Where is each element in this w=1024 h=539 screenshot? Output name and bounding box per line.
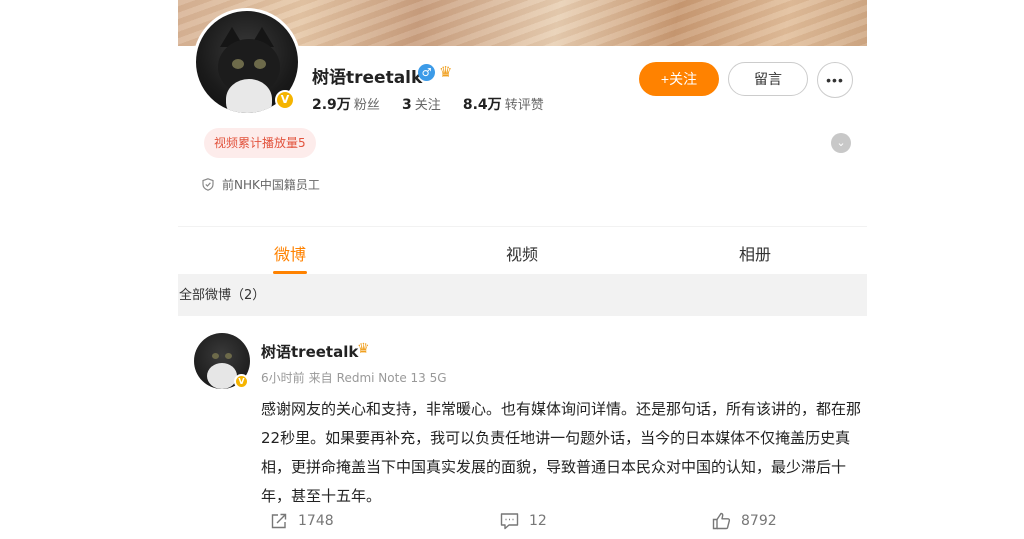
follow-button[interactable]: +关注 bbox=[639, 62, 719, 96]
comment-count: 12 bbox=[529, 513, 547, 529]
crown-icon[interactable]: ♛ bbox=[439, 64, 456, 81]
stat-followers-label: 粉丝 bbox=[353, 98, 380, 113]
message-button[interactable]: 留言 bbox=[728, 62, 808, 96]
avatar-eye-left bbox=[232, 59, 244, 69]
comment-button[interactable]: 12 bbox=[500, 512, 547, 530]
repost-button[interactable]: 1748 bbox=[270, 512, 334, 530]
post-source-prefix: 来自 bbox=[308, 371, 333, 385]
profile-column: V 树语treetalk ♂ ♛ 2.9万 粉丝 3 关注 8.4万 转评赞 +关注 … bbox=[178, 0, 867, 539]
thumbs-up-icon bbox=[712, 512, 731, 530]
post-avatar-eye-right bbox=[225, 353, 232, 359]
like-count: 8792 bbox=[741, 513, 777, 529]
v-badge-icon: V bbox=[275, 90, 295, 110]
profile-stats: 2.9万 粉丝 3 关注 8.4万 转评赞 bbox=[312, 94, 562, 114]
post-text: 感谢网友的关心和支持，非常暖心。也有媒体询问详情。还是那句话，所有该讲的，都在那… bbox=[261, 400, 862, 505]
post-meta: 6小时前 来自 Redmi Note 13 5G bbox=[261, 369, 451, 386]
section-title: 全部微博（2） bbox=[178, 274, 867, 316]
post-source: Redmi Note 13 5G bbox=[336, 371, 447, 385]
comment-icon bbox=[500, 513, 519, 530]
avatar-cat-chest bbox=[226, 79, 272, 113]
stat-interactions-label: 转评赞 bbox=[504, 98, 544, 113]
profile-description: 前NHK中国籍员工 bbox=[202, 176, 320, 193]
like-button[interactable]: 8792 bbox=[712, 512, 777, 530]
post-avatar-eye-left bbox=[212, 353, 219, 359]
profile-tabs: 微博 视频 相册 bbox=[178, 226, 867, 274]
post-actions: 1748 12 8792 bbox=[178, 508, 867, 534]
post-v-badge-icon: V bbox=[234, 374, 249, 389]
description-text: 前NHK中国籍员工 bbox=[222, 178, 320, 192]
chevron-down-icon[interactable]: ⌄ bbox=[831, 133, 851, 153]
shield-icon bbox=[202, 178, 214, 191]
more-button[interactable]: ••• bbox=[817, 62, 853, 98]
video-plays-pill[interactable]: 视频累计播放量5 bbox=[204, 128, 316, 158]
post-crown-icon[interactable]: ♛ bbox=[357, 341, 370, 357]
repost-count: 1748 bbox=[298, 513, 334, 529]
post-time[interactable]: 6小时前 bbox=[261, 371, 305, 385]
repost-icon bbox=[271, 513, 287, 529]
stat-following-label: 关注 bbox=[414, 98, 441, 113]
tab-album[interactable]: 相册 bbox=[739, 241, 771, 265]
stat-interactions-value: 8.4万 bbox=[462, 97, 502, 113]
post-avatar-chest bbox=[207, 363, 237, 389]
post-author[interactable]: 树语treetalk bbox=[261, 341, 358, 362]
stat-interactions[interactable]: 8.4万 转评赞 bbox=[462, 97, 544, 113]
tab-video[interactable]: 视频 bbox=[506, 241, 538, 265]
male-icon: ♂ bbox=[418, 64, 435, 81]
stat-followers-value: 2.9万 bbox=[312, 97, 351, 113]
profile-name: 树语treetalk bbox=[312, 68, 423, 88]
stat-followers[interactable]: 2.9万 粉丝 bbox=[312, 97, 380, 113]
avatar-eye-right bbox=[254, 59, 266, 69]
tab-weibo[interactable]: 微博 bbox=[274, 241, 306, 265]
stat-following[interactable]: 3 关注 bbox=[401, 97, 441, 113]
stat-following-value: 3 bbox=[401, 97, 412, 113]
